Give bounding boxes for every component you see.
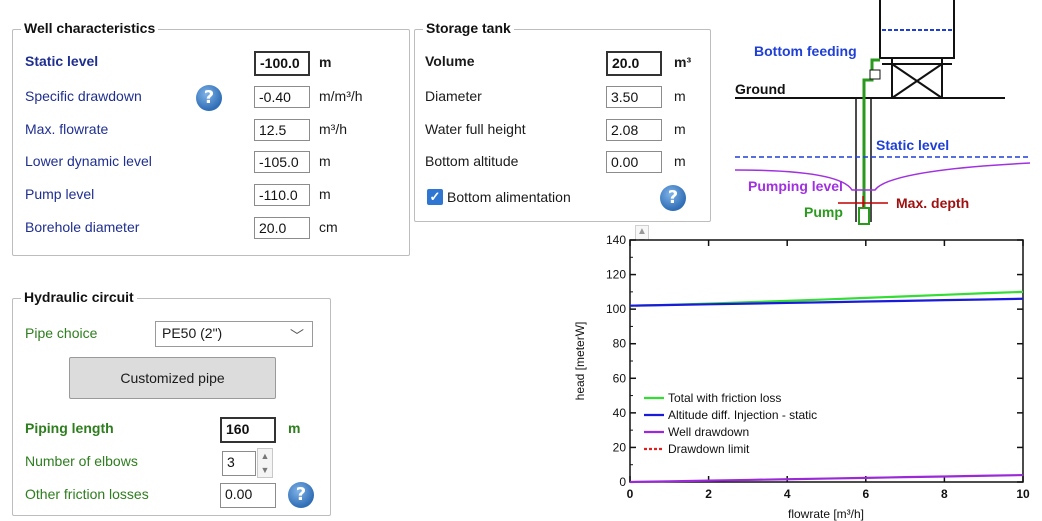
y-tick-label: 80 bbox=[613, 337, 627, 351]
max-flowrate-field[interactable]: 12.5 bbox=[254, 119, 310, 141]
pipe-choice-select[interactable]: PE50 (2") ﹀ bbox=[155, 321, 313, 347]
static-level-field[interactable]: -100.0 bbox=[254, 51, 310, 76]
bottom-altitude-field[interactable]: 0.00 bbox=[606, 151, 662, 173]
piping-length-field[interactable]: 160 bbox=[220, 417, 276, 443]
bottom-alimentation-checkbox[interactable]: ✓ bbox=[427, 189, 443, 205]
piping-length-label: Piping length bbox=[25, 420, 114, 436]
bottom-alimentation-label[interactable]: Bottom alimentation bbox=[447, 189, 571, 205]
well-diagram: Bottom feeding Ground Static level Pumpi… bbox=[734, 0, 1031, 225]
volume-field[interactable]: 20.0 bbox=[606, 51, 662, 76]
max-flowrate-label: Max. flowrate bbox=[25, 121, 109, 137]
y-tick-label: 100 bbox=[606, 302, 626, 316]
diameter-unit: m bbox=[674, 88, 686, 104]
y-tick-label: 60 bbox=[613, 371, 627, 385]
volume-label: Volume bbox=[425, 53, 475, 69]
pump-level-field[interactable]: -110.0 bbox=[254, 184, 310, 206]
pumping-level-label: Pumping level bbox=[748, 178, 843, 194]
other-friction-losses-label: Other friction losses bbox=[25, 486, 149, 502]
pump-icon bbox=[858, 207, 870, 225]
ground-label: Ground bbox=[735, 81, 786, 97]
head-flowrate-chart: 0 20 40 60 80 100 120 140 0 2 4 6 8 10 Total with fr… bbox=[573, 233, 1030, 521]
static-level-unit: m bbox=[319, 54, 332, 70]
y-axis-label: head [meterW] bbox=[573, 322, 587, 401]
bottom-altitude-label: Bottom altitude bbox=[425, 153, 519, 169]
pump-level-unit: m bbox=[319, 186, 331, 202]
max-depth-label: Max. depth bbox=[896, 195, 969, 211]
legend-label-1: Altitude diff. Injection - static bbox=[668, 408, 817, 422]
hydraulic-help-icon[interactable]: ? bbox=[288, 482, 314, 508]
y-tick-label: 0 bbox=[619, 475, 626, 489]
x-axis-label: flowrate [m³/h] bbox=[788, 507, 864, 521]
borehole-diameter-unit: cm bbox=[319, 219, 338, 235]
piping-length-unit: m bbox=[288, 420, 301, 436]
y-tick-label: 120 bbox=[606, 268, 626, 282]
y-tick-label: 40 bbox=[613, 406, 627, 420]
diameter-field[interactable]: 3.50 bbox=[606, 86, 662, 108]
other-friction-losses-field[interactable]: 0.00 bbox=[220, 483, 276, 508]
y-tick-label: 140 bbox=[606, 233, 626, 247]
pumping-level-text: Pumping level bbox=[748, 178, 843, 194]
pipe-choice-value: PE50 (2") bbox=[162, 325, 223, 341]
water-full-height-unit: m bbox=[674, 121, 686, 137]
lower-dynamic-level-field[interactable]: -105.0 bbox=[254, 151, 310, 173]
legend-label-3: Drawdown limit bbox=[668, 442, 750, 456]
elbows-stepper[interactable]: ▲ ▼ bbox=[257, 448, 273, 478]
max-flowrate-unit: m³/h bbox=[319, 121, 347, 137]
well-help-icon[interactable]: ? bbox=[196, 85, 222, 111]
lower-dynamic-level-label: Lower dynamic level bbox=[25, 153, 152, 169]
volume-unit: m³ bbox=[674, 54, 692, 70]
x-tick-label: 0 bbox=[627, 487, 634, 501]
pump-level-label: Pump level bbox=[25, 186, 95, 202]
chevron-down-icon: ﹀ bbox=[290, 328, 304, 344]
water-full-height-label: Water full height bbox=[425, 121, 526, 137]
legend-label-2: Well drawdown bbox=[668, 425, 749, 439]
number-of-elbows-field[interactable]: 3 bbox=[222, 451, 256, 476]
lower-dynamic-level-unit: m bbox=[319, 153, 331, 169]
x-tick-label: 4 bbox=[784, 487, 791, 501]
x-tick-label: 8 bbox=[941, 487, 948, 501]
tank-help-icon[interactable]: ? bbox=[660, 185, 686, 211]
water-full-height-field[interactable]: 2.08 bbox=[606, 119, 662, 141]
y-tick-label: 20 bbox=[613, 440, 627, 454]
specific-drawdown-field[interactable]: -0.40 bbox=[254, 86, 310, 108]
diameter-label: Diameter bbox=[425, 88, 482, 104]
borehole-diameter-label: Borehole diameter bbox=[25, 219, 140, 235]
storage-tank-title: Storage tank bbox=[423, 20, 514, 36]
specific-drawdown-unit: m/m³/h bbox=[319, 88, 363, 104]
customized-pipe-button[interactable]: Customized pipe bbox=[69, 357, 276, 399]
static-level-diagram-label: Static level bbox=[876, 137, 949, 153]
borehole-diameter-field[interactable]: 20.0 bbox=[254, 217, 310, 239]
specific-drawdown-label: Specific drawdown bbox=[25, 88, 142, 104]
x-tick-label: 6 bbox=[862, 487, 869, 501]
bottom-feeding-label: Bottom feeding bbox=[754, 43, 857, 59]
pipe-choice-label: Pipe choice bbox=[25, 325, 98, 341]
x-tick-label: 2 bbox=[705, 487, 712, 501]
well-characteristics-title: Well characteristics bbox=[21, 20, 159, 36]
legend-label-0: Total with friction loss bbox=[668, 391, 781, 405]
pump-pipe bbox=[862, 58, 880, 208]
valve-icon bbox=[869, 69, 881, 80]
static-level-label: Static level bbox=[25, 53, 99, 69]
x-tick-label: 10 bbox=[1016, 487, 1030, 501]
hydraulic-circuit-title: Hydraulic circuit bbox=[21, 289, 137, 305]
bottom-altitude-unit: m bbox=[674, 153, 686, 169]
number-of-elbows-label: Number of elbows bbox=[25, 453, 138, 469]
pump-label: Pump bbox=[804, 204, 843, 220]
